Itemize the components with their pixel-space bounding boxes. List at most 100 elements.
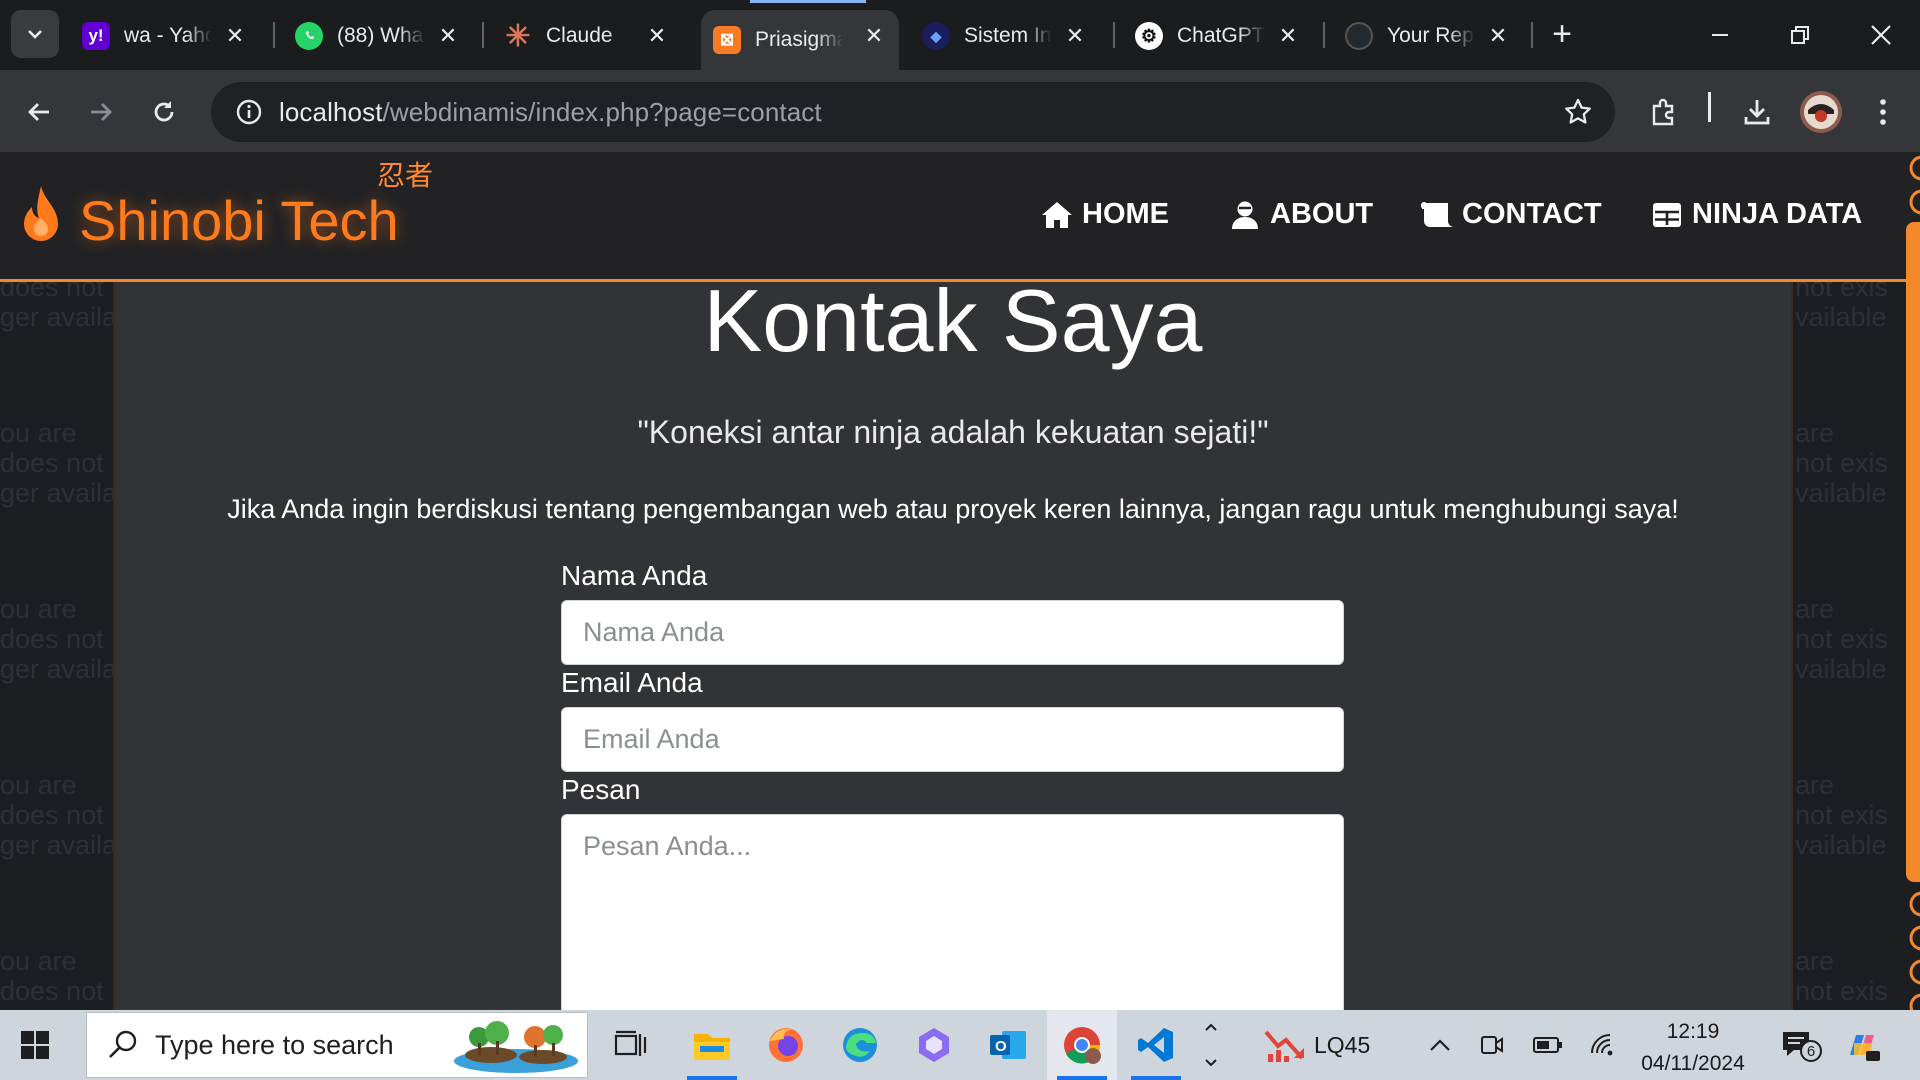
- background-text: are not exis: [1795, 946, 1889, 1006]
- forward-button[interactable]: [81, 92, 121, 132]
- site-logo[interactable]: Shinobi Tech: [79, 188, 399, 253]
- tab-label: ChatGPT: [1177, 24, 1265, 47]
- background-text: ou are does not: [0, 946, 104, 1006]
- chevron-up-down-icon: [1205, 1023, 1217, 1067]
- chevron-up-icon: [1430, 1039, 1450, 1051]
- stock-down-icon: [1264, 1030, 1304, 1062]
- bookmark-star-icon[interactable]: [1563, 97, 1593, 132]
- nav-label: CONTACT: [1462, 198, 1602, 230]
- scrollbar-thumb[interactable]: [1906, 222, 1920, 882]
- taskbar-chrome[interactable]: [1047, 1010, 1117, 1080]
- browser-tab[interactable]: ◆ Sistem Informasi ✕: [910, 10, 1100, 62]
- taskbar-vscode[interactable]: [1121, 1010, 1191, 1080]
- hidden-icons-button[interactable]: [1420, 1010, 1460, 1080]
- tab-label: Claude: [546, 24, 613, 47]
- browser-tab[interactable]: Your Repositories ✕: [1333, 10, 1523, 62]
- task-view-button[interactable]: [596, 1010, 666, 1080]
- nav-ninja-data[interactable]: NINJA DATA: [1650, 198, 1862, 231]
- folder-icon: [694, 1034, 730, 1060]
- new-tab-button[interactable]: +: [1544, 14, 1580, 54]
- background-text: are not exis vailable: [1795, 594, 1889, 684]
- message-textarea[interactable]: [561, 814, 1344, 1010]
- reload-icon: [154, 101, 174, 122]
- close-icon[interactable]: ✕: [222, 23, 248, 49]
- edge-icon: [843, 1028, 877, 1062]
- tab-label: (88) WhatsApp: [337, 24, 425, 47]
- battery-icon[interactable]: [1528, 1010, 1568, 1080]
- browser-tab[interactable]: ⚙ ChatGPT ✕: [1123, 10, 1313, 62]
- xampp-icon: ⊠: [713, 26, 741, 54]
- extensions-button[interactable]: [1644, 92, 1684, 132]
- browser-tab-active[interactable]: ⊠ Priasigmaa ✕: [701, 10, 899, 70]
- nav-about[interactable]: ABOUT: [1228, 198, 1373, 231]
- chrome-icon: [1064, 1027, 1101, 1064]
- nav-contact[interactable]: CONTACT: [1420, 198, 1602, 231]
- tab-separator: [1531, 22, 1533, 48]
- close-icon[interactable]: ✕: [1275, 23, 1301, 49]
- background-text: are not exis vailable: [1795, 770, 1889, 860]
- tab-separator: [1113, 22, 1115, 48]
- claude-icon: ✳: [505, 19, 531, 53]
- url-path: /webdinamis/index.php?page=contact: [382, 96, 822, 127]
- chatgpt-icon: ⚙: [1135, 22, 1163, 50]
- quote-text: "Koneksi antar ninja adalah kekuatan sej…: [637, 414, 1269, 450]
- arrow-left-icon: [28, 103, 49, 121]
- taskbar-edge[interactable]: [825, 1010, 895, 1080]
- email-input[interactable]: [561, 707, 1344, 772]
- menu-button[interactable]: [1863, 92, 1903, 132]
- windows-taskbar: Type here to search O LQ45 12:19 04/11/2…: [0, 1010, 1920, 1080]
- stock-widget-icon[interactable]: [1255, 1010, 1315, 1080]
- vscode-icon: [1138, 1028, 1173, 1062]
- stock-ticker[interactable]: LQ45: [1314, 1032, 1370, 1059]
- windows-start-icon[interactable]: [20, 1030, 50, 1060]
- close-window-button[interactable]: [1851, 12, 1911, 58]
- yahoo-icon: y!: [82, 22, 110, 50]
- back-button[interactable]: [19, 92, 59, 132]
- puzzle-icon: [1652, 98, 1674, 126]
- info-icon[interactable]: [219, 98, 279, 126]
- close-icon[interactable]: ✕: [861, 23, 887, 49]
- browser-tab[interactable]: ✳ Claude ✕: [492, 10, 682, 62]
- name-input[interactable]: [561, 600, 1344, 665]
- taskbar-copilot-app[interactable]: [899, 1010, 969, 1080]
- close-icon[interactable]: ✕: [644, 23, 670, 49]
- clock-date: 04/11/2024: [1641, 1052, 1745, 1075]
- minimize-button[interactable]: [1690, 12, 1750, 58]
- reload-button[interactable]: [144, 92, 184, 132]
- close-icon[interactable]: ✕: [1485, 23, 1511, 49]
- search-icon: [109, 1030, 137, 1058]
- nav-home[interactable]: HOME: [1040, 198, 1169, 231]
- downloads-button[interactable]: [1737, 92, 1777, 132]
- wifi-icon[interactable]: [1584, 1010, 1624, 1080]
- nav-label: NINJA DATA: [1692, 198, 1863, 230]
- restore-button[interactable]: [1770, 12, 1830, 58]
- close-icon[interactable]: ✕: [1062, 23, 1088, 49]
- taskbar-scroll-arrows[interactable]: [1196, 1010, 1226, 1080]
- task-view-icon: [614, 1030, 647, 1056]
- tab-label: Priasigmaa: [755, 28, 843, 51]
- tab-loading-indicator: [750, 0, 866, 3]
- copilot-icon: [1850, 1035, 1880, 1061]
- url-host: localhost: [279, 96, 383, 127]
- browser-tab[interactable]: y! wa - Yahoo ✕: [70, 10, 260, 62]
- taskbar-search-box[interactable]: Type here to search: [86, 1012, 588, 1078]
- more-vertical-icon: [1880, 99, 1886, 125]
- firefox-icon: [769, 1028, 803, 1062]
- svg-text:O: O: [995, 1038, 1007, 1055]
- browser-toolbar: localhost/webdinamis/index.php?page=cont…: [0, 70, 1920, 152]
- taskbar-outlook[interactable]: O: [973, 1010, 1043, 1080]
- url-text[interactable]: localhost/webdinamis/index.php?page=cont…: [279, 97, 822, 128]
- fire-icon: [24, 186, 58, 241]
- meet-now-icon[interactable]: [1472, 1010, 1512, 1080]
- system-clock[interactable]: 12:19 04/11/2024: [1628, 1016, 1758, 1080]
- address-bar[interactable]: localhost/webdinamis/index.php?page=cont…: [211, 82, 1615, 142]
- browser-tab[interactable]: (88) WhatsApp ✕: [283, 10, 473, 62]
- close-icon[interactable]: ✕: [435, 23, 461, 49]
- table-icon: [1650, 200, 1684, 230]
- taskbar-file-explorer[interactable]: [677, 1010, 747, 1080]
- tab-search-button[interactable]: [11, 10, 59, 58]
- profile-avatar[interactable]: [1800, 91, 1842, 133]
- taskbar-copilot[interactable]: [1832, 1010, 1892, 1080]
- notification-center-button[interactable]: 6: [1772, 1010, 1822, 1080]
- taskbar-firefox[interactable]: [751, 1010, 821, 1080]
